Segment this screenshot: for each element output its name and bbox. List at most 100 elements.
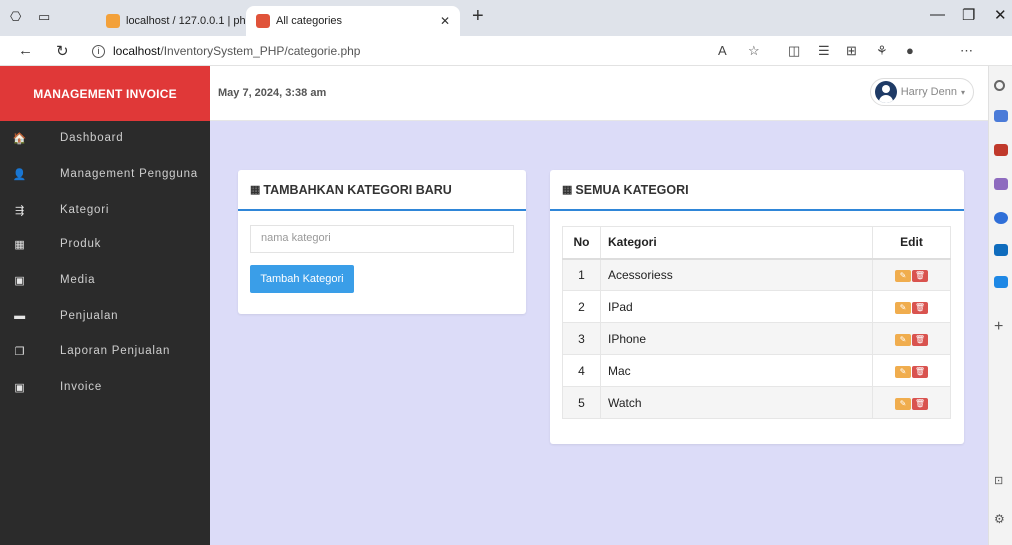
table-row: 3 IPhone ✎ 🗑	[562, 322, 951, 355]
info-icon[interactable]: i	[92, 44, 105, 58]
split-screen-icon[interactable]: ◫	[788, 43, 800, 59]
sidebar-item-produk[interactable]: ▦ Produk	[0, 227, 210, 261]
user-icon: 👤	[12, 168, 28, 181]
trash-icon[interactable]: 🗑	[912, 366, 928, 378]
favorite-icon[interactable]: ☆	[748, 43, 760, 59]
browser-tab-bar: ⎔ ▭ localhost / 127.0.0.1 | phpMyAdm ✕ A…	[0, 0, 1012, 36]
read-aloud-icon[interactable]: A	[718, 43, 727, 58]
user-menu[interactable]: Harry Denn ▾	[869, 78, 974, 106]
url-path: /InventorySystem_PHP/categorie.php	[160, 44, 361, 58]
edge-sidebar: + ⊡ ⚙	[988, 66, 1012, 545]
sidebar: 🏠 Dashboard 👤 Management Pengguna ⇶ Kate…	[0, 121, 210, 545]
more-icon[interactable]: ⋯	[960, 43, 973, 59]
phpmyadmin-icon	[106, 14, 120, 28]
row-number: 5	[562, 386, 601, 419]
tag-icon[interactable]	[994, 110, 1008, 122]
row-number: 4	[562, 354, 601, 387]
refresh-icon[interactable]: ↻	[56, 42, 69, 60]
trash-icon[interactable]: 🗑	[912, 334, 928, 346]
indent-icon: ⇶	[14, 204, 26, 217]
search-icon[interactable]	[994, 80, 1005, 91]
edit-icon[interactable]: ✎	[895, 366, 911, 378]
tab-title: All categories	[276, 15, 343, 27]
app-root: MANAGEMENT INVOICE May 7, 2024, 3:38 am …	[0, 66, 988, 545]
sidebar-item-label: Management Pengguna	[60, 168, 198, 180]
avatar	[874, 81, 897, 103]
th-icon: ▦	[250, 184, 260, 196]
sidebar-item-kategori[interactable]: ⇶ Kategori	[0, 193, 210, 227]
sidebar-item-label: Dashboard	[60, 132, 124, 144]
row-number: 2	[562, 290, 601, 323]
edit-icon[interactable]: ✎	[895, 302, 911, 314]
table-row: 1 Acessoriess ✎ 🗑	[562, 258, 951, 291]
restore-icon[interactable]: ❐	[962, 6, 975, 24]
sidebar-item-label: Produk	[60, 238, 102, 250]
category-name: Watch	[600, 386, 873, 419]
url-field[interactable]: i localhost/InventorySystem_PHP/categori…	[92, 41, 692, 61]
people-icon[interactable]	[994, 178, 1008, 190]
new-tab-icon[interactable]: +	[472, 5, 484, 28]
close-window-icon[interactable]: ✕	[994, 6, 1007, 24]
sidebar-item-dashboard[interactable]: 🏠 Dashboard	[0, 121, 210, 155]
briefcase-icon[interactable]	[994, 144, 1008, 156]
picture-icon: ▣	[14, 274, 26, 287]
url-host: localhost	[113, 44, 161, 58]
close-tab-icon[interactable]: ✕	[440, 14, 450, 28]
panel-title: TAMBAHKAN KATEGORI BARU	[263, 182, 452, 197]
home-icon: 🏠	[12, 132, 28, 145]
outlook-icon[interactable]	[994, 244, 1008, 256]
collections-icon[interactable]: ⊞	[846, 43, 857, 59]
category-name-input[interactable]: nama kategori	[250, 225, 514, 253]
send-icon[interactable]	[994, 276, 1008, 288]
sidebar-item-laporan-penjualan[interactable]: ❐ Laporan Penjualan	[0, 334, 210, 368]
column-header-edit: Edit	[872, 226, 951, 260]
add-icon[interactable]: +	[994, 318, 1003, 336]
favorites-list-icon[interactable]: ☰	[818, 43, 830, 59]
duplicate-icon: ❐	[14, 345, 26, 358]
row-actions: ✎ 🗑	[872, 258, 951, 291]
add-category-button[interactable]: Tambah Kategori	[250, 265, 354, 293]
trash-icon[interactable]: 🗑	[912, 398, 928, 410]
row-actions: ✎ 🗑	[872, 290, 951, 323]
category-name: Acessoriess	[600, 258, 873, 291]
browser-tab-all-categories[interactable]: All categories ✕	[246, 6, 460, 36]
add-category-panel: ▦ TAMBAHKAN KATEGORI BARU nama kategori …	[238, 170, 526, 314]
row-number: 3	[562, 322, 601, 355]
trash-icon[interactable]: 🗑	[912, 302, 928, 314]
column-header-no: No	[562, 226, 601, 260]
sidebar-item-label: Kategori	[60, 204, 110, 216]
row-number: 1	[562, 258, 601, 291]
edit-icon[interactable]: ✎	[895, 270, 911, 283]
screenshot-icon[interactable]: ⊡	[994, 474, 1003, 487]
sidebar-item-invoice[interactable]: ▣ Invoice	[0, 370, 210, 404]
all-categories-panel: ▦ SEMUA KATEGORI No Kategori Edit 1 Aces…	[550, 170, 964, 444]
panel-heading: ▦ TAMBAHKAN KATEGORI BARU	[238, 170, 526, 211]
row-actions: ✎ 🗑	[872, 386, 951, 419]
sidebar-item-label: Invoice	[60, 381, 103, 393]
settings-icon[interactable]: ⚙	[994, 512, 1005, 526]
row-actions: ✎ 🗑	[872, 322, 951, 355]
row-actions: ✎ 🗑	[872, 354, 951, 387]
picture-icon: ▣	[14, 381, 26, 394]
sidebar-item-media[interactable]: ▣ Media	[0, 263, 210, 297]
brand-title[interactable]: MANAGEMENT INVOICE	[0, 66, 210, 121]
sidebar-item-label: Laporan Penjualan	[60, 345, 171, 357]
column-header-kategori: Kategori	[600, 226, 873, 260]
workspaces-icon[interactable]: ⎔	[10, 9, 21, 25]
minimize-icon[interactable]: —	[930, 6, 945, 23]
edit-icon[interactable]: ✎	[895, 398, 911, 410]
table-row: 4 Mac ✎ 🗑	[562, 354, 951, 387]
sidebar-item-penjualan[interactable]: ▬ Penjualan	[0, 299, 210, 333]
back-icon[interactable]: ←	[18, 42, 33, 59]
table-row: 2 IPad ✎ 🗑	[562, 290, 951, 323]
trash-icon[interactable]: 🗑	[912, 270, 928, 283]
profile-icon[interactable]: ●	[906, 43, 914, 58]
extensions-icon[interactable]: ⚘	[876, 43, 888, 59]
sidebar-item-management-pengguna[interactable]: 👤 Management Pengguna	[0, 157, 210, 191]
edit-icon[interactable]: ✎	[895, 334, 911, 346]
category-name: IPhone	[600, 322, 873, 355]
office-icon[interactable]	[994, 212, 1008, 224]
user-name: Harry Denn	[900, 86, 957, 98]
tab-actions-icon[interactable]: ▭	[38, 9, 50, 25]
grid-icon: ▦	[14, 238, 26, 251]
